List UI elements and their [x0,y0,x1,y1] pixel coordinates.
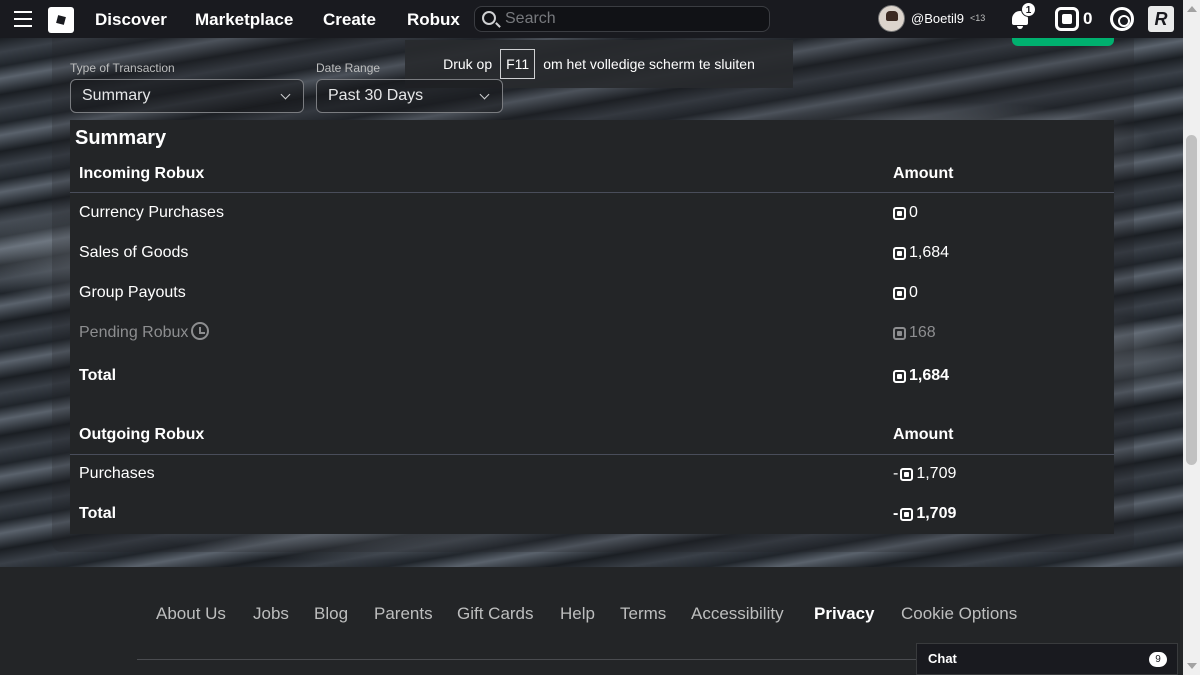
footer-divider [137,659,917,660]
menu-icon[interactable] [14,11,32,27]
date-range-label: Date Range [316,61,381,75]
row-label: Group Payouts [79,284,186,301]
pending-amount: 168 [893,324,936,342]
footer-link-accessibility[interactable]: Accessibility [691,604,784,624]
scroll-down-arrow-icon[interactable] [1187,663,1197,669]
total-label: Total [79,505,117,522]
footer-link-parents[interactable]: Parents [374,604,433,624]
footer-link-help[interactable]: Help [560,604,595,624]
footer-link-privacy[interactable]: Privacy [814,604,875,624]
notification-badge: 1 [1021,2,1036,17]
footer-link-gift-cards[interactable]: Gift Cards [457,604,534,624]
amount-header: Amount [893,165,954,182]
nav-robux[interactable]: Robux [407,10,460,30]
total-label: Total [79,367,117,384]
nav-discover[interactable]: Discover [95,10,167,30]
green-button-edge[interactable] [1012,38,1114,46]
robux-icon[interactable] [1055,7,1079,31]
row-label: Currency Purchases [79,204,224,221]
pending-label: Pending Robux [79,322,210,342]
gear-icon[interactable] [1110,7,1134,31]
robux-icon [893,246,906,260]
type-of-transaction-value: Summary [82,87,151,104]
robux-icon [893,326,906,340]
date-range-value: Past 30 Days [328,87,424,104]
top-navigation-bar: Discover Marketplace Create Robux Search… [0,0,1183,38]
robux-icon [900,507,914,521]
footer-link-blog[interactable]: Blog [314,604,348,624]
divider [70,454,1114,455]
scrollbar-thumb[interactable] [1186,135,1197,465]
summary-panel: Summary Incoming Robux Amount Currency P… [70,120,1114,534]
type-of-transaction-label: Type of Transaction [70,61,175,75]
robux-icon [900,467,914,481]
avatar[interactable] [878,5,905,32]
toast-suffix: om het volledige scherm te sluiten [543,56,755,72]
chevron-down-icon [479,89,490,100]
scrollbar[interactable] [1183,0,1200,675]
extension-logo-icon[interactable]: R [1148,6,1174,32]
divider [70,192,1114,193]
age-tag: <13 [970,13,986,23]
date-range-select[interactable]: Past 30 Days [316,79,503,113]
footer-link-terms[interactable]: Terms [620,604,666,624]
summary-title: Summary [75,127,167,149]
nav-create[interactable]: Create [323,10,376,30]
toast-key: F11 [500,49,536,79]
row-amount: 0 [893,284,918,302]
chevron-down-icon [280,89,291,100]
clock-icon[interactable] [191,322,210,340]
robux-balance[interactable]: 0 [1083,9,1092,29]
robux-icon [893,206,906,220]
footer-link-cookie-options[interactable]: Cookie Options [901,604,1017,624]
incoming-header: Incoming Robux [79,165,205,182]
search-placeholder: Search [505,10,556,27]
search-icon [482,11,496,25]
scroll-up-arrow-icon[interactable] [1187,6,1197,12]
roblox-logo-icon[interactable] [48,7,74,33]
type-of-transaction-select[interactable]: Summary [70,79,304,113]
total-amount: -1,709 [893,505,957,522]
amount-header: Amount [893,426,954,443]
footer-link-about-us[interactable]: About Us [156,604,226,624]
username[interactable]: @Boetil9 [911,11,964,26]
row-amount: 1,684 [893,244,949,262]
toast-prefix: Druk op [443,56,493,72]
chat-bar[interactable]: Chat 9 [916,643,1178,675]
robux-icon [893,286,906,300]
nav-marketplace[interactable]: Marketplace [195,10,293,30]
outgoing-header: Outgoing Robux [79,426,205,443]
row-label: Sales of Goods [79,244,189,261]
search-input[interactable]: Search [474,6,770,32]
chat-count-badge: 9 [1149,652,1167,667]
chat-label: Chat [928,651,957,666]
footer-link-jobs[interactable]: Jobs [253,604,289,624]
row-label: Purchases [79,465,155,482]
row-amount: -1,709 [893,465,957,482]
row-amount: 0 [893,204,918,222]
total-amount: 1,684 [893,367,949,385]
robux-icon [893,369,906,383]
